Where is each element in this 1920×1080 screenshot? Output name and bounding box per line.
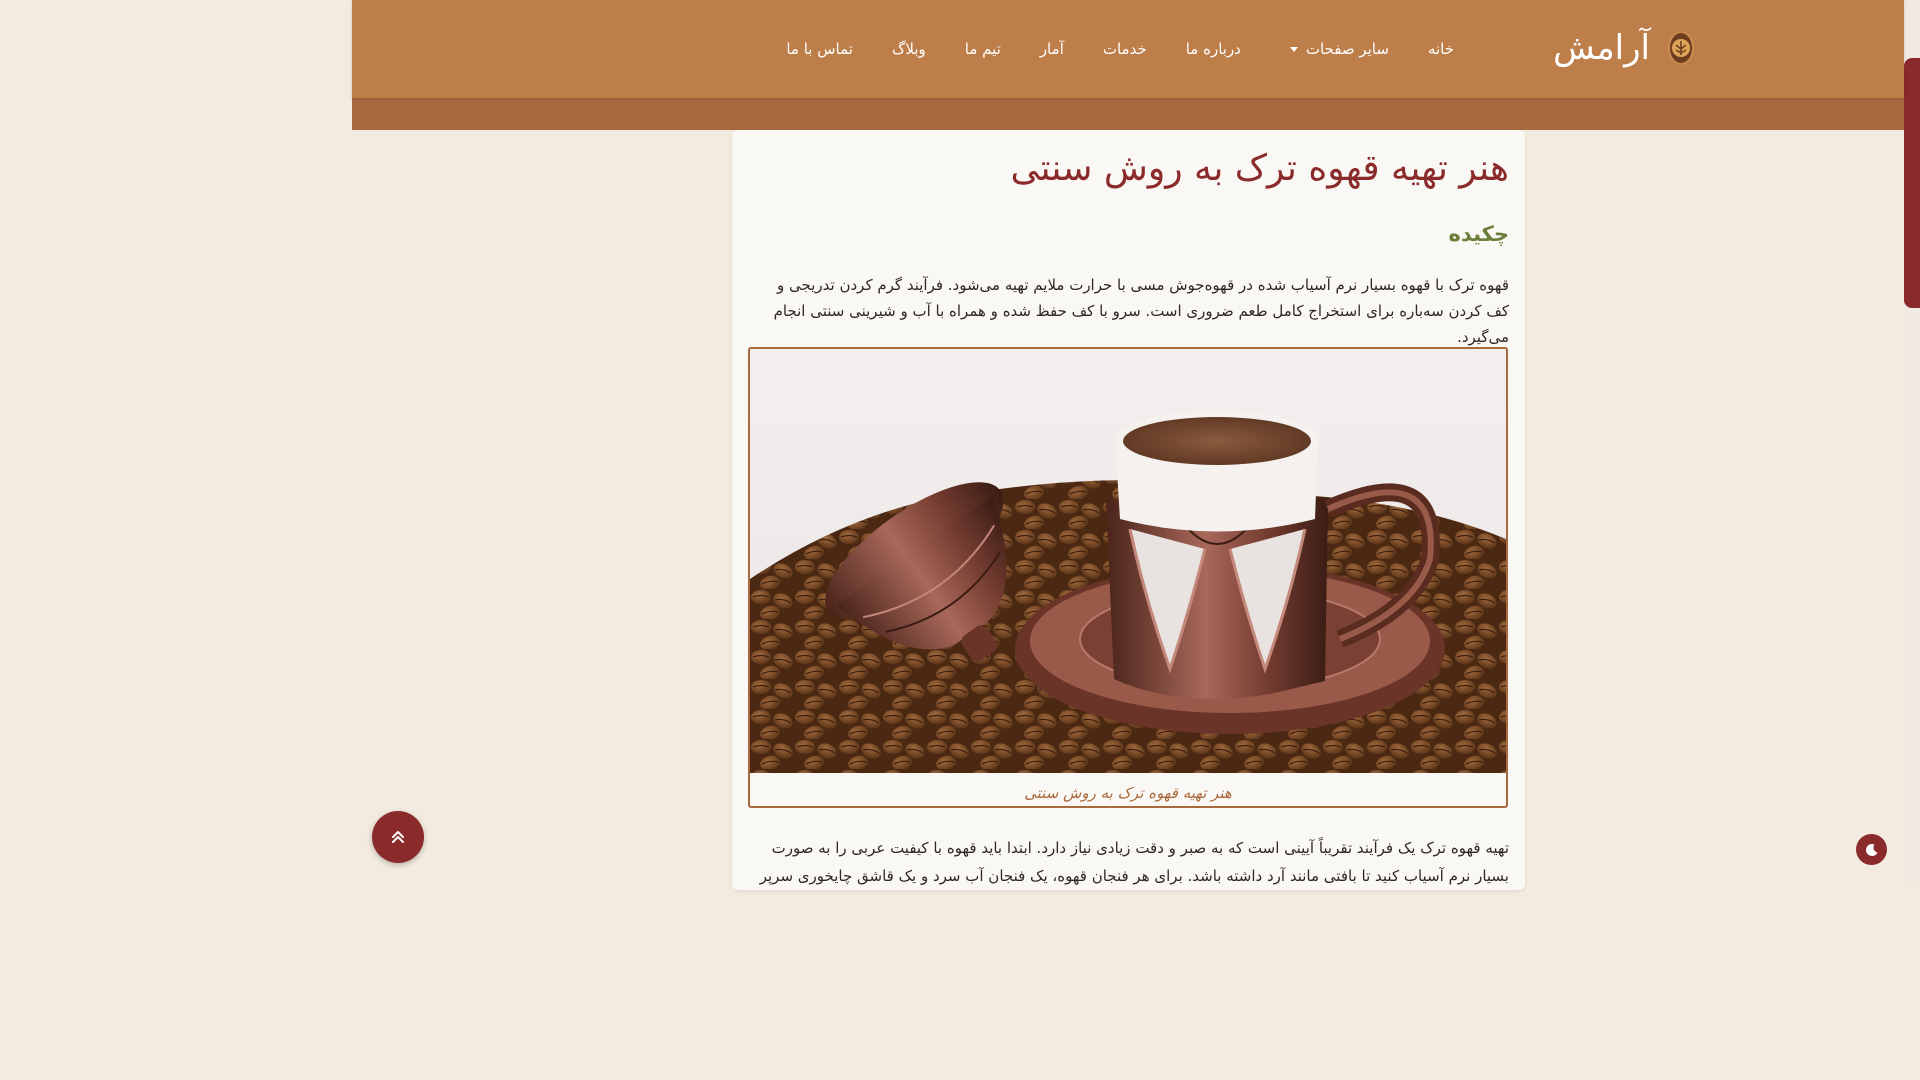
nav-item-team[interactable]: تیم ما: [965, 40, 1001, 58]
nav-item-blog[interactable]: وبلاگ: [892, 40, 926, 58]
brand-link[interactable]: آرامش: [1553, 24, 1694, 72]
abstract-text: قهوه ترک با قهوه بسیار نرم آسیاب شده در …: [773, 276, 1509, 346]
turkish-coffee-cup-image: [750, 349, 1506, 773]
moon-icon: [1865, 843, 1877, 856]
figure-caption: هنر تهیه قهوه ترک به روش سنتی: [1024, 784, 1232, 802]
navbar: آرامش خانه سایر صفحات درباره ما خدمات آم…: [352, 0, 1904, 98]
double-chevron-up-icon: [392, 831, 404, 843]
nav-item-home[interactable]: خانه: [1428, 40, 1454, 58]
nav-item-other-pages-dropdown[interactable]: سایر صفحات: [1289, 40, 1389, 58]
article-figure: هنر تهیه قهوه ترک به روش سنتی: [748, 347, 1508, 808]
nav-item-blog-label: وبلاگ: [891, 40, 926, 58]
nav-item-other-pages-label: سایر صفحات: [1305, 40, 1389, 58]
nav-item-stats[interactable]: آمار: [1040, 40, 1064, 58]
nav-item-stats-label: آمار: [1039, 40, 1064, 58]
nav-item-about[interactable]: درباره ما: [1186, 40, 1241, 58]
scrollbar-track[interactable]: [1904, 0, 1920, 882]
back-to-top-button[interactable]: [372, 811, 424, 863]
header-band: [352, 98, 1904, 130]
scrollbar-thumb[interactable]: [1904, 58, 1920, 308]
nav-item-services[interactable]: خدمات: [1103, 40, 1147, 58]
body-paragraph: تهیه قهوه ترک یک فرآیند تقریباً آیینی اس…: [759, 839, 1509, 885]
main-nav: خانه سایر صفحات درباره ما خدمات آمار تیم…: [786, 0, 1454, 98]
caret-down-icon: [1289, 46, 1298, 52]
theme-toggle-button[interactable]: [1856, 834, 1887, 865]
nav-item-about-label: درباره ما: [1185, 40, 1241, 58]
brand-name: آرامش: [1553, 28, 1650, 68]
coffee-bean-logo-icon: [1668, 31, 1694, 65]
nav-item-team-label: تیم ما: [964, 40, 1001, 58]
nav-item-services-label: خدمات: [1102, 40, 1147, 58]
abstract-heading: چکیده: [1448, 222, 1509, 246]
nav-item-contact[interactable]: تماس با ما: [786, 40, 853, 58]
nav-item-contact-label: تماس با ما: [786, 40, 853, 58]
article-title: هنر تهیه قهوه ترک به روش سنتی: [1010, 148, 1509, 189]
article-card: هنر تهیه قهوه ترک به روش سنتی چکیده قهوه…: [732, 130, 1525, 890]
nav-item-home-label: خانه: [1427, 40, 1454, 58]
